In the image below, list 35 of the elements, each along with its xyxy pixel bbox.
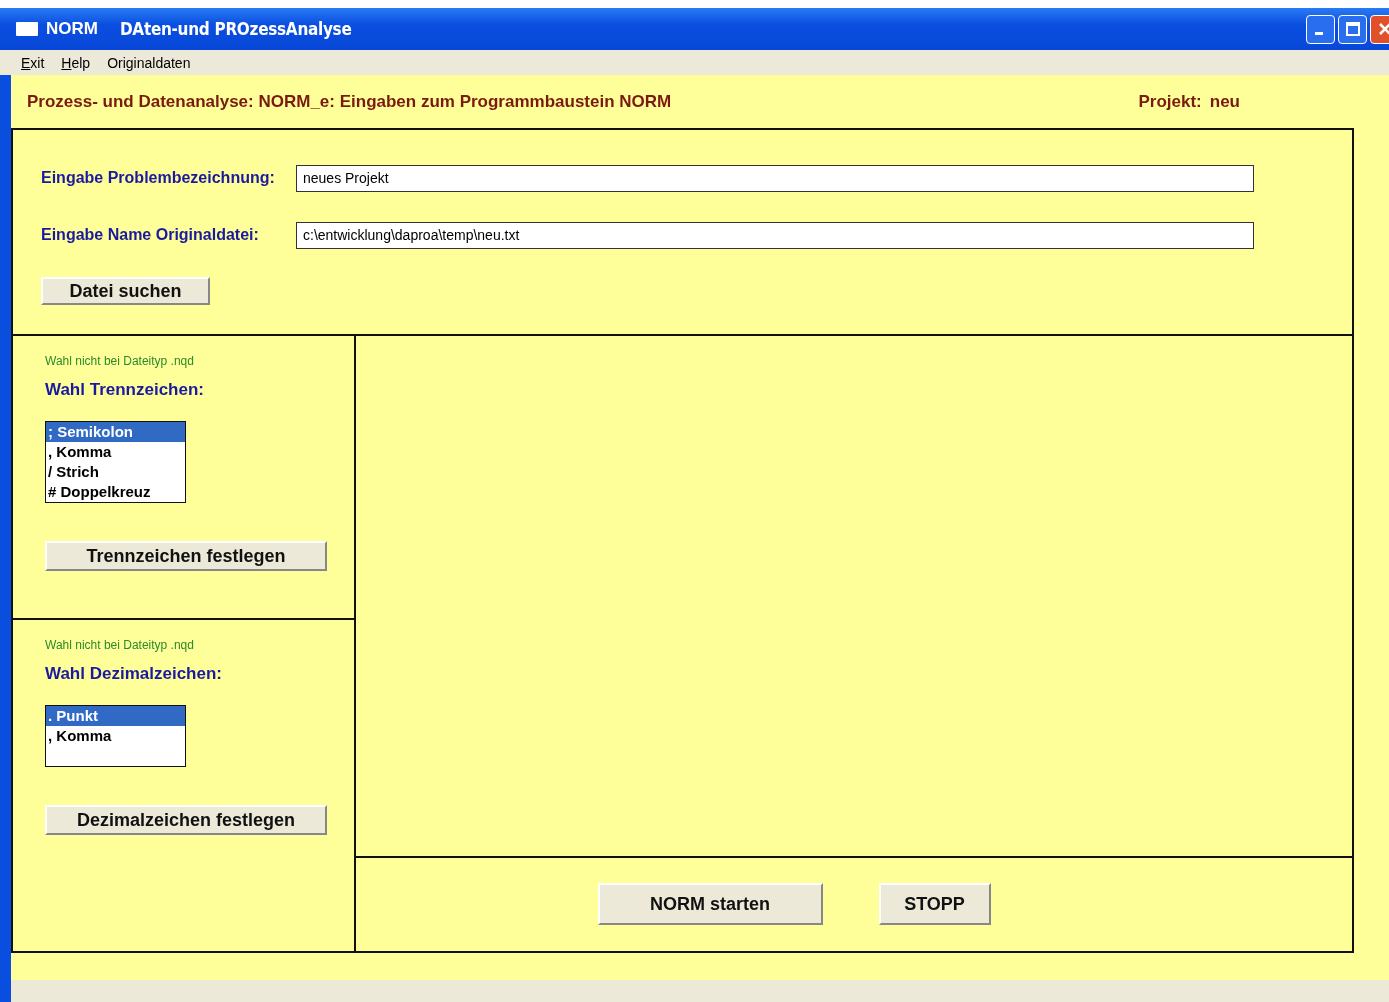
maximize-icon <box>1344 21 1361 37</box>
list-option[interactable]: ; Semikolon <box>46 422 185 442</box>
list-option[interactable]: . Punkt <box>46 706 185 726</box>
minimize-icon <box>1314 31 1323 35</box>
window-title: DAten-und PROzessAnalyse <box>119 19 352 39</box>
page-heading: Prozess- und Datenanalyse: NORM_e: Eingaben zum Programmbaustein NORM <box>27 91 672 112</box>
maximize-button[interactable] <box>1338 14 1367 44</box>
browse-button[interactable]: Datei suchen <box>41 277 210 305</box>
input-field[interactable]: c:\entwicklung\daproa\temp\neu.txt <box>296 221 1254 249</box>
project-label: Projekt: <box>1138 91 1202 112</box>
list-box[interactable]: ; Semikolon , Komma / Strich # Doppelkreuz <box>45 421 186 503</box>
hint-text: Wahl nicht bei Dateityp .nqd <box>45 354 195 368</box>
list-option[interactable]: # Doppelkreuz <box>46 482 185 502</box>
list-box[interactable]: . Punkt , Komma <box>45 705 186 767</box>
section-title: Wahl Dezimalzeichen: <box>45 664 223 684</box>
window-icon <box>16 22 38 36</box>
field-label: Eingabe Name Originaldatei: <box>41 226 260 244</box>
app-name: NORM <box>46 19 98 39</box>
start-button[interactable]: NORM starten <box>597 883 823 925</box>
menu-item[interactable]: Help <box>61 54 91 71</box>
stop-button[interactable]: STOPP <box>878 883 991 925</box>
field-label: Eingabe Problembezeichnung: <box>41 169 276 187</box>
set-button[interactable]: Trennzeichen festlegen <box>45 541 327 571</box>
input-field[interactable]: neues Projekt <box>296 164 1254 192</box>
menu-item[interactable]: Originaldaten <box>107 54 191 71</box>
menu-item[interactable]: Exit <box>21 54 45 71</box>
close-icon <box>1376 21 1389 37</box>
list-option[interactable]: , Komma <box>46 726 185 746</box>
minimize-button[interactable] <box>1306 14 1335 44</box>
list-option[interactable]: / Strich <box>46 462 185 482</box>
set-button[interactable]: Dezimalzeichen festlegen <box>45 805 327 835</box>
list-option[interactable]: , Komma <box>46 442 185 462</box>
hint-text: Wahl nicht bei Dateityp .nqd <box>45 638 195 652</box>
project-name: neu <box>1209 91 1240 112</box>
section-title: Wahl Trennzeichen: <box>45 380 205 400</box>
